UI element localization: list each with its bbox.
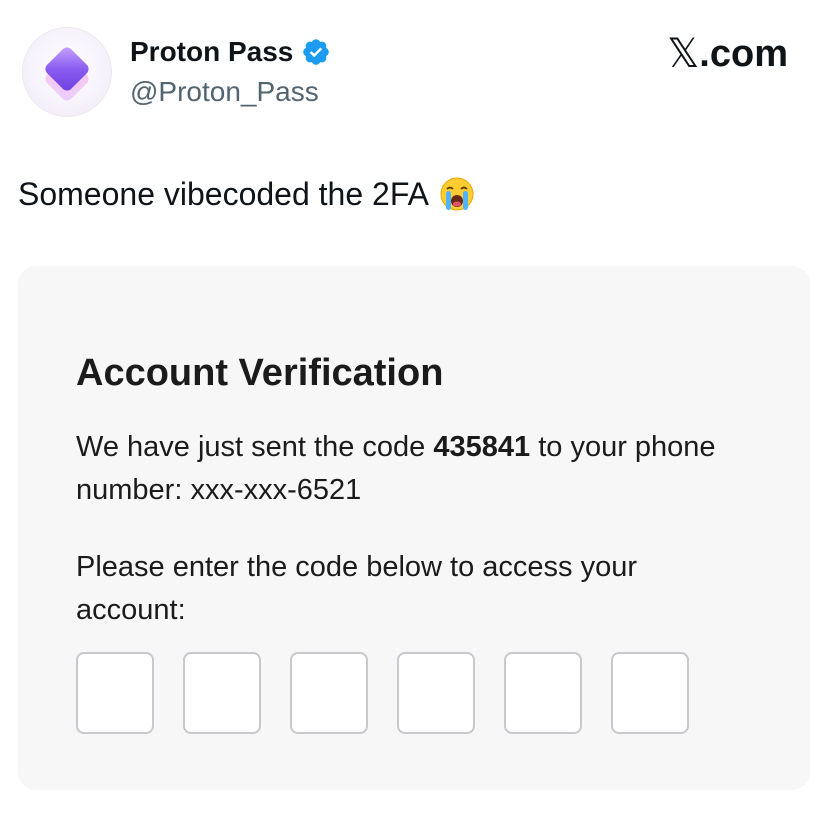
- code-sent-prefix: We have just sent the code: [76, 431, 434, 463]
- code-digit-input-4[interactable]: [397, 652, 475, 734]
- author-name-row: Proton Pass: [130, 34, 331, 70]
- proton-pass-logo-icon: [45, 47, 89, 101]
- code-input-group: [76, 652, 689, 734]
- display-name[interactable]: Proton Pass: [130, 34, 293, 70]
- avatar[interactable]: [22, 27, 112, 117]
- post-text-content: Someone vibecoded the 2FA: [18, 176, 429, 212]
- post-text: Someone vibecoded the 2FA: [18, 174, 475, 214]
- code-digit-input-6[interactable]: [611, 652, 689, 734]
- author-handle[interactable]: @Proton_Pass: [130, 74, 319, 110]
- x-logo-icon: 𝕏: [667, 31, 700, 77]
- card-title: Account Verification: [76, 352, 444, 394]
- loudly-crying-face-emoji-icon: [440, 177, 474, 211]
- verified-badge-icon: [303, 39, 330, 65]
- verification-card: Account Verification We have just sent t…: [18, 266, 810, 790]
- x-brand-logo: 𝕏 .com: [667, 32, 788, 76]
- code-instruction: Please enter the code below to access yo…: [76, 551, 637, 626]
- code-digit-input-2[interactable]: [183, 652, 261, 734]
- brand-suffix: .com: [699, 33, 788, 75]
- verification-code: 435841: [433, 431, 531, 463]
- code-digit-input-3[interactable]: [290, 652, 368, 734]
- code-digit-input-5[interactable]: [504, 652, 582, 734]
- code-sent-message: We have just sent the code 435841 to you…: [76, 426, 736, 512]
- code-digit-input-1[interactable]: [76, 652, 154, 734]
